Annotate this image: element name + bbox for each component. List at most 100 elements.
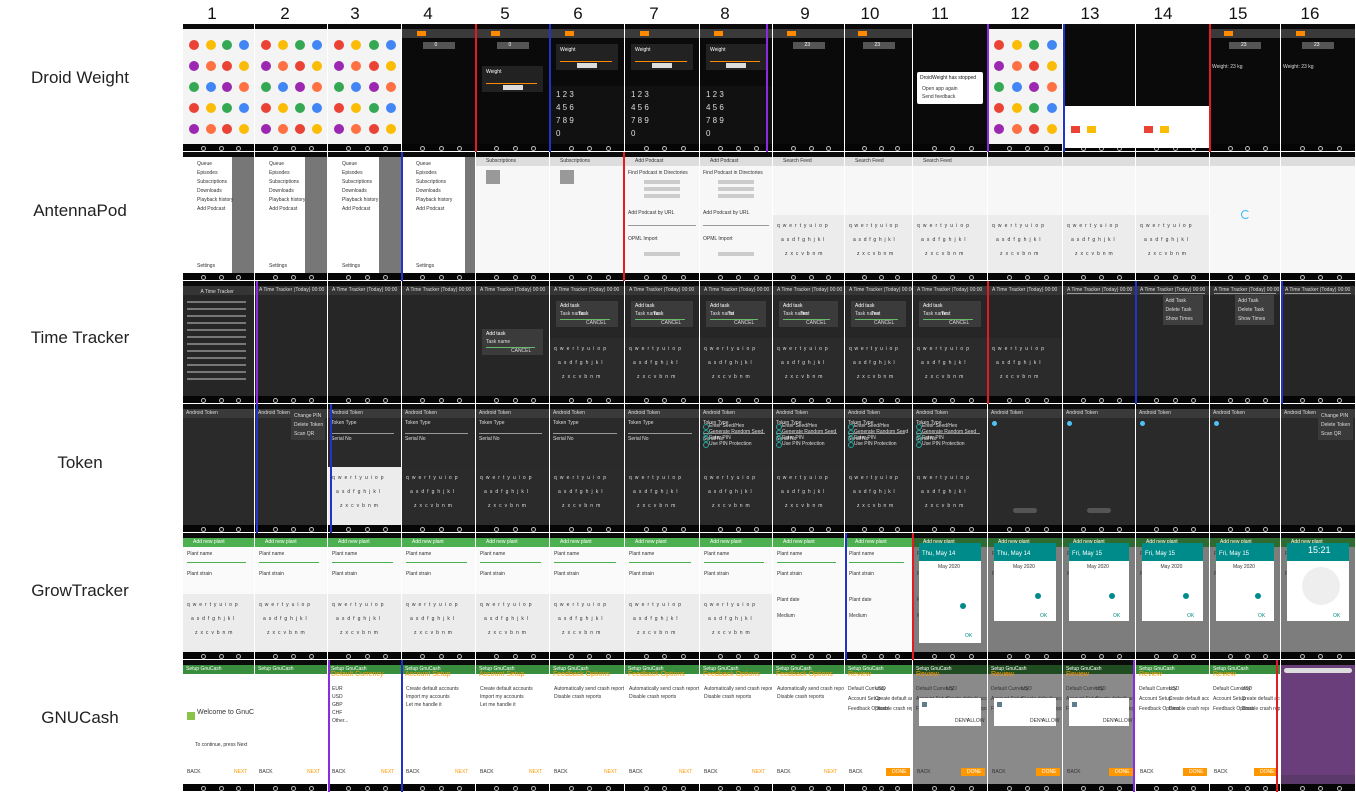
nav-recents-icon[interactable] xyxy=(309,786,314,791)
nav-home-icon[interactable] xyxy=(219,398,224,403)
next-button[interactable]: NEXT xyxy=(818,768,842,776)
keypad-row[interactable]: 1 2 3 xyxy=(706,90,724,99)
keyboard-row[interactable]: a s d f g h j k l xyxy=(708,360,752,366)
nav-back-icon[interactable] xyxy=(494,398,499,403)
weight-input[interactable] xyxy=(710,56,760,62)
soft-keyboard[interactable]: q w e r t y u i o p a s d f g h j k l z x … xyxy=(328,594,401,652)
nav-item[interactable]: Queue xyxy=(269,161,284,167)
nav-home-icon[interactable] xyxy=(1245,786,1250,791)
nav-item[interactable]: Queue xyxy=(342,161,357,167)
numeric-keypad[interactable]: 1 2 3 4 5 6 7 8 9 0 xyxy=(625,86,699,144)
nav-home-icon[interactable] xyxy=(879,275,884,280)
nav-recents-icon[interactable] xyxy=(383,527,388,532)
clock-face[interactable] xyxy=(1302,567,1340,605)
nav-home-icon[interactable] xyxy=(1025,275,1030,280)
app-icon[interactable] xyxy=(311,103,322,113)
numeric-keypad[interactable]: 1 2 3 4 5 6 7 8 9 0 xyxy=(700,86,772,144)
nav-recents-icon[interactable] xyxy=(826,398,831,403)
nav-recents-icon[interactable] xyxy=(754,654,759,659)
nav-home-icon[interactable] xyxy=(1173,654,1178,659)
nav-back-icon[interactable] xyxy=(1007,786,1012,791)
app-icon[interactable] xyxy=(294,124,305,134)
soft-keyboard[interactable]: q w e r t y u i o p a s d f g h j k l z x … xyxy=(1063,215,1135,273)
soft-keyboard[interactable]: q w e r t y u i o p a s d f g h j k l z x … xyxy=(700,594,772,652)
nav-home-icon[interactable] xyxy=(291,398,296,403)
keyboard-row[interactable]: a s d f g h j k l xyxy=(853,237,895,243)
app-icon[interactable] xyxy=(277,103,288,113)
nav-back-icon[interactable] xyxy=(932,527,937,532)
nav-recents-icon[interactable] xyxy=(826,527,831,532)
nav-back-icon[interactable] xyxy=(862,146,867,151)
keypad-row[interactable]: 4 5 6 xyxy=(556,103,574,112)
nav-back-icon[interactable] xyxy=(1081,527,1086,532)
ok-button[interactable]: OK xyxy=(965,633,972,639)
app-icon[interactable] xyxy=(189,103,199,113)
menu-item[interactable]: Delete Token xyxy=(294,422,323,428)
nav-recents-icon[interactable] xyxy=(895,654,900,659)
nav-home-icon[interactable] xyxy=(950,146,955,151)
nav-recents-icon[interactable] xyxy=(754,786,759,791)
menu-item[interactable]: Show Times xyxy=(1166,316,1193,322)
feedback-option[interactable]: Automatically send crash reports xyxy=(554,686,624,692)
back-button[interactable]: BACK xyxy=(917,769,931,775)
nav-recents-icon[interactable] xyxy=(1263,398,1268,403)
nav-home-icon[interactable] xyxy=(291,275,296,280)
nav-home-icon[interactable] xyxy=(879,527,884,532)
app-icon[interactable] xyxy=(1046,124,1057,134)
nav-recents-icon[interactable] xyxy=(309,527,314,532)
nav-item[interactable]: Playback history xyxy=(269,197,305,203)
nav-home-icon[interactable] xyxy=(365,527,370,532)
nav-back-icon[interactable] xyxy=(420,398,425,403)
app-icon[interactable] xyxy=(385,103,396,113)
nav-back-icon[interactable] xyxy=(1300,527,1305,532)
keyboard-row[interactable]: z x c v b n m xyxy=(637,503,676,509)
soft-keyboard[interactable]: q w e r t y u i o p a s d f g h j k l z x … xyxy=(255,594,327,652)
app-icon[interactable] xyxy=(277,82,288,92)
app-icon[interactable] xyxy=(239,103,249,113)
keyboard-row[interactable]: a s d f g h j k l xyxy=(921,489,966,495)
nav-back-icon[interactable] xyxy=(201,786,206,791)
nav-home-icon[interactable] xyxy=(1245,654,1250,659)
back-button[interactable]: BACK xyxy=(629,769,643,775)
nav-recents-icon[interactable] xyxy=(606,786,611,791)
app-icon[interactable] xyxy=(1011,82,1022,92)
app-icon[interactable] xyxy=(222,40,233,50)
weight-stepper[interactable]: 23 xyxy=(862,42,895,49)
app-icon[interactable] xyxy=(189,82,199,92)
app-icon[interactable] xyxy=(222,82,233,92)
keyboard-row[interactable]: q w e r t y u i o p xyxy=(917,346,970,352)
back-button[interactable]: BACK xyxy=(187,769,201,775)
nav-back-icon[interactable] xyxy=(1300,398,1305,403)
nav-home-icon[interactable] xyxy=(513,275,518,280)
keyboard-row[interactable]: q w e r t y u i o p xyxy=(554,346,607,352)
keyboard-row[interactable]: a s d f g h j k l xyxy=(633,616,678,622)
nav-home-icon[interactable] xyxy=(1318,527,1323,532)
nav-back-icon[interactable] xyxy=(346,275,351,280)
search-input[interactable]: Search Feed xyxy=(923,158,952,164)
feedback-option[interactable]: Automatically send crash reports xyxy=(704,686,772,692)
nav-back-icon[interactable] xyxy=(862,275,867,280)
nav-item[interactable]: Episodes xyxy=(197,170,218,176)
app-icon[interactable] xyxy=(334,82,344,92)
nav-home-icon[interactable] xyxy=(1318,398,1323,403)
keyboard-row[interactable]: q w e r t y u i o p xyxy=(554,602,607,608)
nav-back-icon[interactable] xyxy=(569,786,574,791)
nav-home-icon[interactable] xyxy=(291,146,296,151)
menu-item[interactable]: Add Task xyxy=(1166,298,1186,304)
nav-home-icon[interactable] xyxy=(662,654,667,659)
nav-recents-icon[interactable] xyxy=(681,527,686,532)
nav-recents-icon[interactable] xyxy=(895,527,900,532)
nav-back-icon[interactable] xyxy=(1081,398,1086,403)
app-icon[interactable] xyxy=(205,124,216,134)
plant-name-input[interactable] xyxy=(704,557,764,563)
weight-tab-icon[interactable] xyxy=(858,31,868,36)
nav-recents-icon[interactable] xyxy=(457,398,462,403)
token-type-select[interactable] xyxy=(405,428,468,434)
nav-home-icon[interactable] xyxy=(736,398,741,403)
nav-recents-icon[interactable] xyxy=(681,275,686,280)
nav-item[interactable]: Queue xyxy=(416,161,431,167)
nav-back-icon[interactable] xyxy=(1228,654,1233,659)
nav-back-icon[interactable] xyxy=(718,275,723,280)
app-icon[interactable] xyxy=(385,82,396,92)
nav-back-icon[interactable] xyxy=(1154,654,1159,659)
